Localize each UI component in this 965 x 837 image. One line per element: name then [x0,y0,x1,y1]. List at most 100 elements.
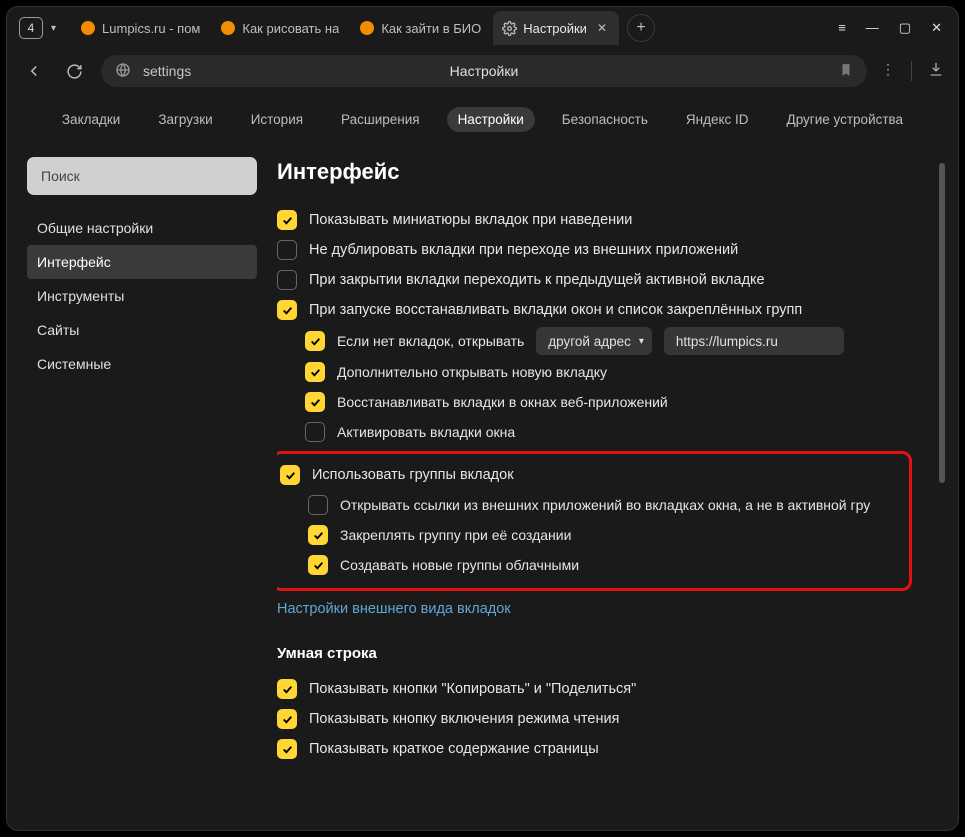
checkbox-label: При закрытии вкладки переходить к предыд… [309,272,765,288]
new-tab-button[interactable]: + [627,14,655,42]
checkbox-row-sub: Дополнительно открывать новую вкладку [277,357,912,387]
checkbox-row-sub: Если нет вкладок, открывать другой адрес… [277,325,912,357]
browser-tab-2[interactable]: Как зайти в БИО [351,11,493,45]
checkbox-row-sub: Создавать новые группы облачными [280,550,903,580]
section-title: Интерфейс [277,159,912,185]
checkbox-row-sub: Закреплять группу при её создании [280,520,903,550]
gear-icon [501,20,517,36]
checkbox[interactable] [277,240,297,260]
checkbox[interactable] [277,679,297,699]
checkbox[interactable] [305,422,325,442]
browser-tab-1[interactable]: Как рисовать на [212,11,351,45]
chevron-down-icon: ▾ [639,336,644,347]
topnav-yandex-id[interactable]: Яндекс ID [675,107,760,132]
checkbox[interactable] [277,300,297,320]
topnav-security[interactable]: Безопасность [551,107,659,132]
checkbox-row: При запуске восстанавливать вкладки окон… [277,295,912,325]
checkbox-row-sub: Открывать ссылки из внешних приложений в… [280,490,903,520]
topnav-extensions[interactable]: Расширения [330,107,431,132]
tab-appearance-link[interactable]: Настройки внешнего вида вкладок [277,601,912,617]
topnav-bookmarks[interactable]: Закладки [51,107,131,132]
checkbox[interactable] [308,525,328,545]
back-button[interactable] [21,58,47,84]
checkbox[interactable] [277,210,297,230]
checkbox-row: При закрытии вкладки переходить к предыд… [277,265,912,295]
kebab-icon[interactable]: ⋮ [881,61,895,81]
globe-icon [115,62,131,81]
checkbox-row-sub: Активировать вкладки окна [277,417,912,447]
favicon-icon [80,20,96,36]
highlighted-group: Использовать группы вкладок Открывать сс… [277,451,912,591]
close-window-button[interactable]: ✕ [931,20,942,36]
checkbox-label: Закреплять группу при её создании [340,527,571,543]
topnav-history[interactable]: История [240,107,314,132]
bookmark-icon[interactable] [839,63,853,80]
tab-strip: Lumpics.ru - пом Как рисовать на Как зай… [72,7,818,49]
checkbox[interactable] [305,392,325,412]
checkbox-label: Активировать вкладки окна [337,424,515,440]
close-icon[interactable]: ✕ [597,21,607,35]
checkbox[interactable] [277,739,297,759]
startup-url-input[interactable] [664,327,844,355]
tab-label: Как рисовать на [242,21,339,36]
tab-count-button[interactable]: 4 ▾ [19,17,62,39]
address-mode-select[interactable]: другой адрес ▾ [536,327,652,355]
settings-content: Интерфейс Показывать миниатюры вкладок п… [277,157,916,830]
favicon-icon [220,20,236,36]
scrollbar[interactable] [936,157,948,830]
address-bar: settings Настройки ⋮ [7,49,958,93]
checkbox-label: Не дублировать вкладки при переходе из в… [309,242,738,258]
checkbox-label: Показывать кнопки "Копировать" и "Подели… [309,681,636,697]
checkbox-label: Дополнительно открывать новую вкладку [337,364,607,380]
checkbox[interactable] [308,555,328,575]
address-field[interactable]: settings Настройки [101,55,867,87]
page-title: Настройки [450,63,519,79]
subsection-title: Умная строка [277,645,912,662]
settings-sidebar: Поиск Общие настройки Интерфейс Инструме… [27,157,257,830]
checkbox[interactable] [277,270,297,290]
checkbox-label: При запуске восстанавливать вкладки окон… [309,302,802,318]
checkbox-row: Показывать кнопки "Копировать" и "Подели… [277,674,912,704]
topnav-other-devices[interactable]: Другие устройства [776,107,915,132]
scrollbar-thumb[interactable] [939,163,945,483]
browser-tab-0[interactable]: Lumpics.ru - пом [72,11,212,45]
reload-button[interactable] [61,58,87,84]
checkbox-row: Не дублировать вкладки при переходе из в… [277,235,912,265]
checkbox[interactable] [308,495,328,515]
address-text: settings [143,63,191,79]
checkbox-label: Использовать группы вкладок [312,467,514,483]
browser-tab-3[interactable]: Настройки ✕ [493,11,619,45]
maximize-button[interactable]: ▢ [899,20,911,36]
checkbox-row: Использовать группы вкладок [280,460,903,490]
sidebar-item-tools[interactable]: Инструменты [27,279,257,313]
checkbox-label: Если нет вкладок, открывать [337,333,524,349]
sidebar-item-general[interactable]: Общие настройки [27,211,257,245]
checkbox-label: Восстанавливать вкладки в окнах веб-прил… [337,394,668,410]
checkbox[interactable] [277,709,297,729]
checkbox-row: Показывать кнопку включения режима чтени… [277,704,912,734]
checkbox-row-sub: Восстанавливать вкладки в окнах веб-прил… [277,387,912,417]
sidebar-search[interactable]: Поиск [27,157,257,195]
chevron-down-icon: ▾ [45,23,62,34]
window-controls: ≡ — ▢ ✕ [818,20,950,36]
sidebar-item-system[interactable]: Системные [27,347,257,381]
checkbox[interactable] [280,465,300,485]
checkbox-label: Показывать краткое содержание страницы [309,741,599,757]
checkbox[interactable] [305,331,325,351]
checkbox-label: Показывать кнопку включения режима чтени… [309,711,619,727]
settings-top-nav: Закладки Загрузки История Расширения Нас… [7,93,958,145]
sidebar-item-interface[interactable]: Интерфейс [27,245,257,279]
checkbox[interactable] [305,362,325,382]
checkbox-row: Показывать краткое содержание страницы [277,734,912,764]
topnav-downloads[interactable]: Загрузки [147,107,223,132]
checkbox-label: Создавать новые группы облачными [340,557,579,573]
tab-label: Как зайти в БИО [381,21,481,36]
minimize-button[interactable]: — [866,20,879,36]
checkbox-row: Показывать миниатюры вкладок при наведен… [277,205,912,235]
tab-label: Настройки [523,21,587,36]
download-icon[interactable] [928,61,944,81]
favicon-icon [359,20,375,36]
menu-icon[interactable]: ≡ [838,20,846,36]
topnav-settings[interactable]: Настройки [447,107,535,132]
sidebar-item-sites[interactable]: Сайты [27,313,257,347]
